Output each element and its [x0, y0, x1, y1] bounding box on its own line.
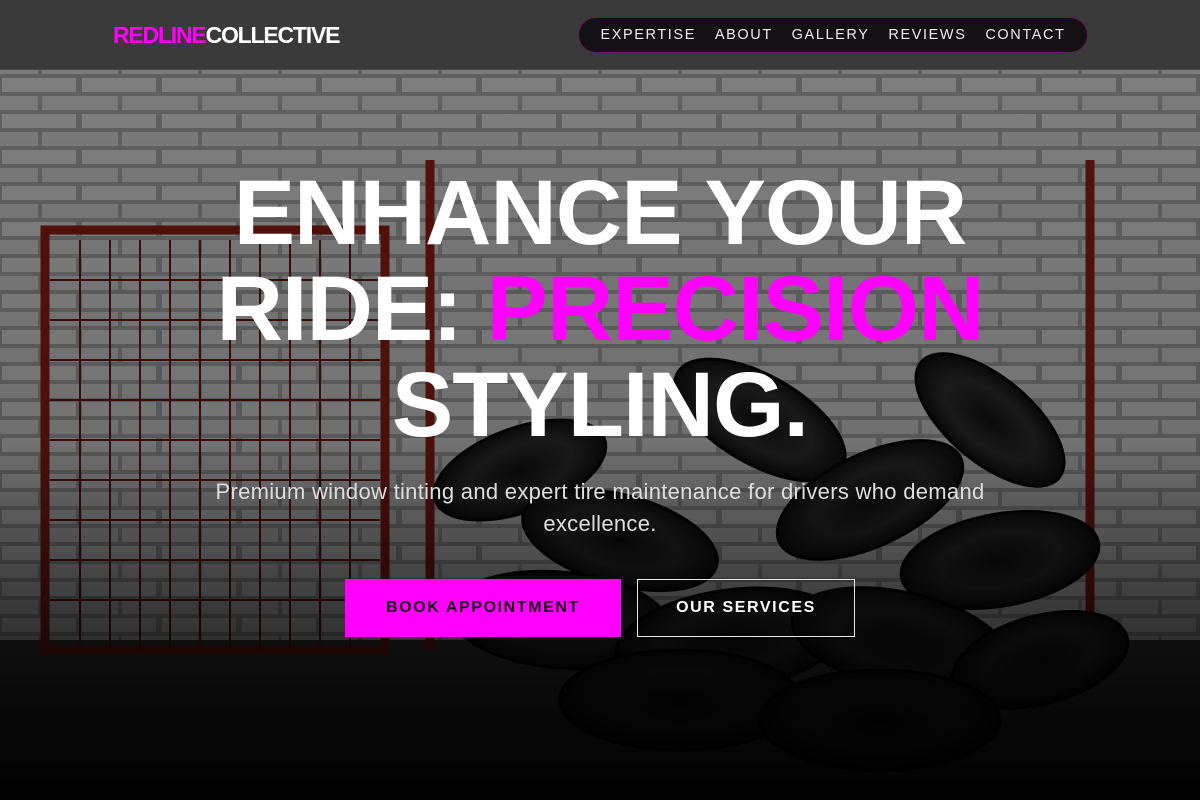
hero-headline-line2-prefix: RIDE:	[216, 258, 487, 360]
hero-headline-line2: RIDE: PRECISION	[100, 261, 1100, 357]
hero-headline-line1: ENHANCE YOUR	[233, 162, 968, 264]
our-services-button[interactable]: OUR SERVICES	[637, 579, 855, 637]
brand-logo-part1: REDLINE	[113, 22, 207, 48]
hero-headline-line3: STYLING.	[391, 354, 809, 456]
hero-headline: ENHANCE YOUR RIDE: PRECISION STYLING.	[100, 165, 1100, 453]
hero-subtitle: Premium window tinting and expert tire m…	[215, 479, 985, 536]
hero-headline-accent: PRECISION	[486, 258, 984, 360]
site-header: REDLINECOLLECTIVE EXPERTISE ABOUT GALLER…	[0, 0, 1200, 70]
nav-item-contact[interactable]: CONTACT	[985, 27, 1065, 43]
book-appointment-button[interactable]: BOOK APPOINTMENT	[345, 579, 621, 637]
nav-item-gallery[interactable]: GALLERY	[792, 27, 870, 43]
brand-logo[interactable]: REDLINECOLLECTIVE	[113, 20, 341, 50]
main-nav: EXPERTISE ABOUT GALLERY REVIEWS CONTACT	[578, 17, 1088, 53]
brand-logo-part2: COLLECTIVE	[205, 22, 341, 48]
nav-item-about[interactable]: ABOUT	[715, 27, 773, 43]
nav-item-reviews[interactable]: REVIEWS	[888, 27, 966, 43]
nav-item-expertise[interactable]: EXPERTISE	[600, 27, 696, 43]
